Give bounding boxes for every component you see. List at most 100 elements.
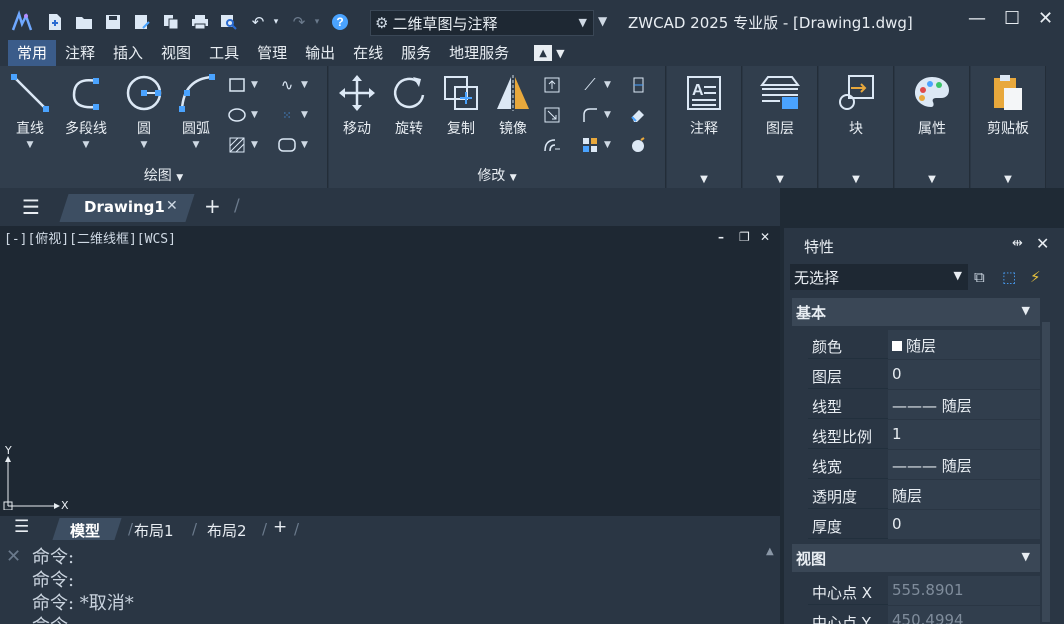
menu-icon[interactable]: ☰ — [22, 195, 40, 219]
property-row[interactable]: 颜色 随层 — [808, 330, 1040, 359]
point-button[interactable]: ⁙ ▼ — [278, 104, 322, 126]
viewport-restore-icon[interactable]: ❐ — [739, 230, 750, 244]
close-icon[interactable]: ✕ — [166, 198, 178, 214]
properties-scrollbar[interactable] — [1042, 322, 1050, 622]
section-basic[interactable]: 基本 ▼ — [792, 298, 1040, 326]
ellipse-button[interactable]: ▼ — [228, 104, 272, 126]
viewport-close-icon[interactable]: ✕ — [760, 230, 770, 244]
select-objects-icon[interactable]: ⬚ — [1002, 268, 1016, 286]
copy-icon[interactable] — [160, 11, 182, 33]
property-value[interactable]: 1 — [888, 420, 1040, 449]
rotate-button[interactable]: 旋转 — [383, 72, 435, 138]
tab-layout1[interactable]: 布局1 — [134, 520, 174, 541]
maximize-button[interactable]: ☐ — [1004, 8, 1020, 29]
selection-select[interactable]: 无选择 ▼ — [790, 264, 968, 290]
scroll-up-icon[interactable]: ▲ — [766, 546, 774, 557]
ribbon-options-icon[interactable]: ▼ — [556, 47, 564, 60]
close-icon[interactable]: ✕ — [1036, 234, 1049, 253]
polyline-button[interactable]: 多段线 ▼ — [60, 72, 112, 150]
tab-online[interactable]: 在线 — [344, 40, 392, 66]
tab-home[interactable]: 常用 — [8, 40, 57, 66]
quick-select-icon[interactable]: ⚡ — [1030, 268, 1041, 286]
property-row[interactable]: 图层 0 — [808, 360, 1040, 389]
chevron-down-icon[interactable]: ▼ — [819, 174, 893, 185]
properties-button[interactable]: 属性 — [906, 72, 958, 138]
mirror-button[interactable]: 镜像 — [487, 72, 539, 138]
undo-icon[interactable]: ↶ — [247, 11, 269, 33]
block-button[interactable]: 块 — [830, 72, 882, 138]
property-value[interactable]: 0 — [888, 510, 1040, 539]
open-folder-icon[interactable] — [73, 11, 95, 33]
rectangle-button[interactable]: ▼ — [228, 74, 272, 96]
chevron-down-icon[interactable]: ▼ — [667, 174, 741, 185]
annotation-button[interactable]: A 注释 — [678, 72, 730, 138]
property-row[interactable]: 中心点 Y 450.4994 — [808, 606, 1040, 624]
property-value[interactable]: 随层 — [888, 330, 1040, 359]
circle-button[interactable]: 圆 ▼ — [118, 72, 170, 150]
redo-icon[interactable]: ↷ — [288, 11, 310, 33]
chevron-down-icon[interactable]: ▼ — [895, 174, 969, 185]
spline-button[interactable]: ∿ ▼ — [278, 74, 322, 96]
property-row[interactable]: 厚度 0 — [808, 510, 1040, 539]
chevron-down-icon[interactable]: ▼ — [971, 174, 1045, 185]
command-window[interactable]: ✕ 命令: 命令: 命令: *取消* 命令: ▲ — [0, 542, 780, 624]
add-layout-icon[interactable]: + — [273, 517, 287, 537]
clipboard-panel[interactable]: 剪贴板 ▼ — [971, 66, 1046, 188]
fillet-button[interactable]: ▼ — [581, 104, 625, 126]
modify-panel-label[interactable]: 修改 ▼ — [329, 165, 665, 185]
hatch-button[interactable]: ▼ — [228, 134, 272, 156]
copy-button[interactable]: 复制 — [435, 72, 487, 138]
close-button[interactable]: ✕ — [1038, 8, 1053, 29]
layout-menu-icon[interactable]: ☰ — [14, 517, 29, 537]
ribbon-minimize-icon[interactable]: ▲ — [534, 45, 553, 61]
draw-panel-label[interactable]: 绘图 ▼ — [0, 165, 327, 185]
save-icon[interactable] — [102, 11, 124, 33]
workspace-select[interactable]: ⚙ 二维草图与注释 ▼ — [370, 10, 594, 36]
tab-output[interactable]: 输出 — [296, 40, 344, 66]
property-value[interactable]: ——— 随层 — [888, 390, 1040, 419]
arc-button[interactable]: 圆弧 ▼ — [170, 72, 222, 150]
document-tab-title[interactable]: Drawing1 — [84, 198, 165, 216]
customize-toolbar-icon[interactable]: ▼ — [598, 14, 607, 28]
property-row[interactable]: 线宽 ——— 随层 — [808, 450, 1040, 479]
revcloud-button[interactable]: ▼ — [278, 134, 322, 156]
print-icon[interactable] — [189, 11, 211, 33]
undo-dropdown-icon[interactable]: ▾ — [271, 11, 281, 33]
chevron-down-icon[interactable]: ▼ — [743, 174, 817, 185]
block-panel[interactable]: 块 ▼ — [819, 66, 894, 188]
property-value[interactable]: 0 — [888, 360, 1040, 389]
layer-button[interactable]: 图层 — [754, 72, 806, 138]
property-row[interactable]: 线型 ——— 随层 — [808, 390, 1040, 419]
save-as-icon[interactable] — [131, 11, 153, 33]
move-button[interactable]: 移动 — [331, 72, 383, 138]
annotation-panel[interactable]: A 注释 ▼ — [667, 66, 742, 188]
trim-button[interactable]: ⟋ ▼ — [581, 74, 625, 96]
tab-layout2[interactable]: 布局2 — [207, 520, 247, 541]
property-row[interactable]: 中心点 X 555.8901 — [808, 576, 1040, 605]
properties-ribbon-panel[interactable]: 属性 ▼ — [895, 66, 970, 188]
clipboard-button[interactable]: 剪贴板 — [982, 72, 1034, 138]
property-row[interactable]: 线型比例 1 — [808, 420, 1040, 449]
tab-view[interactable]: 视图 — [152, 40, 200, 66]
print-preview-icon[interactable] — [218, 11, 240, 33]
layer-panel[interactable]: 图层 ▼ — [743, 66, 818, 188]
tab-tools[interactable]: 工具 — [200, 40, 248, 66]
command-close-icon[interactable]: ✕ — [6, 546, 21, 567]
viewport-controls-label[interactable]: [-][俯视][二维线框][WCS] — [4, 228, 176, 247]
property-value[interactable]: ——— 随层 — [888, 450, 1040, 479]
tab-manage[interactable]: 管理 — [248, 40, 296, 66]
array-button[interactable]: ▼ — [581, 134, 625, 156]
property-value[interactable]: 随层 — [888, 480, 1040, 509]
minimize-button[interactable]: — — [968, 8, 986, 29]
tab-geo-services[interactable]: 地理服务 — [440, 40, 518, 66]
autohide-icon[interactable]: ⇹ — [1012, 236, 1023, 251]
section-view[interactable]: 视图 ▼ — [792, 544, 1040, 572]
help-icon[interactable]: ? — [329, 11, 351, 33]
tab-insert[interactable]: 插入 — [104, 40, 152, 66]
new-file-icon[interactable] — [44, 11, 66, 33]
add-tab-icon[interactable]: + — [204, 194, 221, 218]
line-button[interactable]: 直线 ▼ — [4, 72, 56, 150]
property-row[interactable]: 透明度 随层 — [808, 480, 1040, 509]
tab-services[interactable]: 服务 — [392, 40, 440, 66]
redo-dropdown-icon[interactable]: ▾ — [312, 11, 322, 33]
